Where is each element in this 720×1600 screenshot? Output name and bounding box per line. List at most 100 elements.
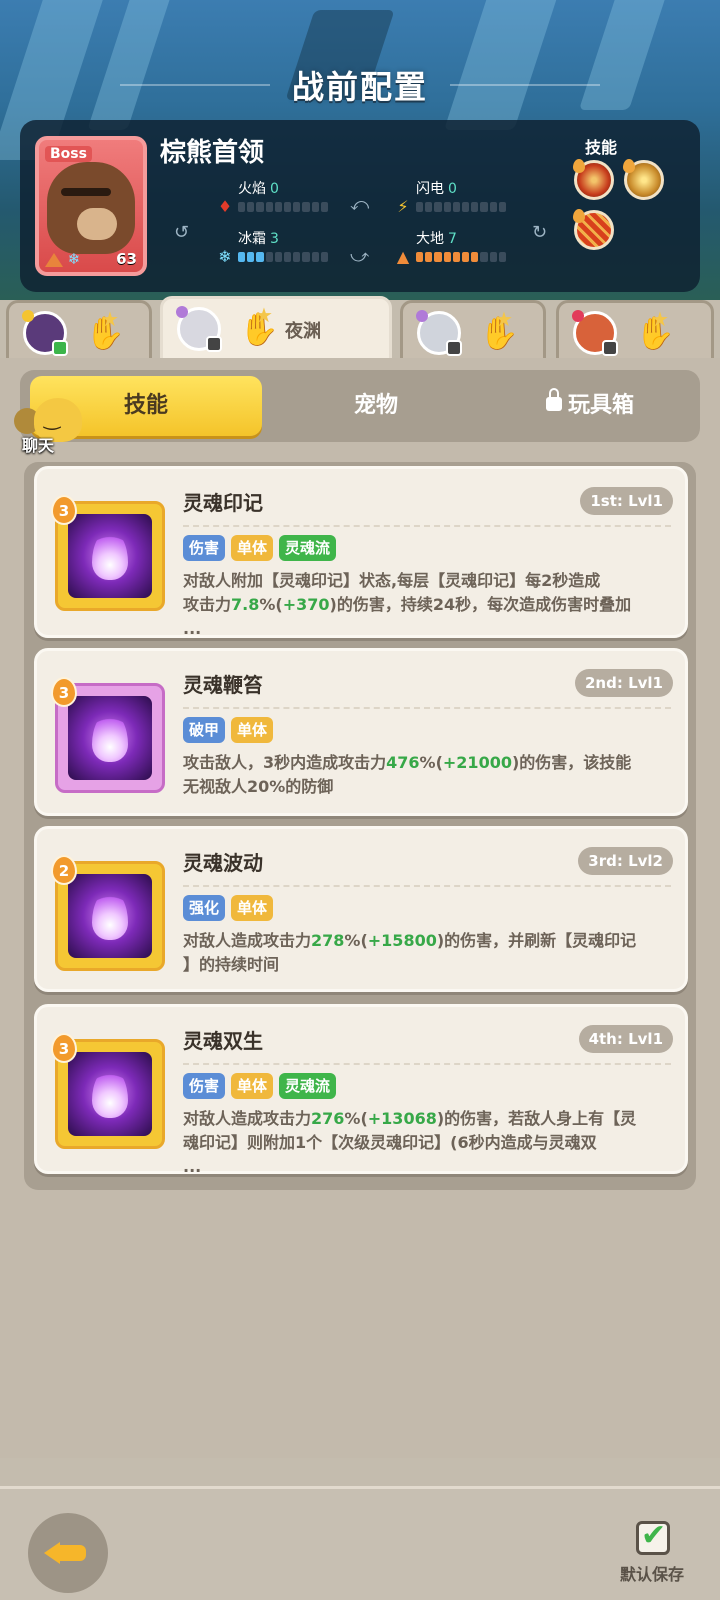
- stat-bar: [416, 252, 507, 262]
- hero-tab-1[interactable]: ✋: [6, 297, 152, 360]
- highlight-value: +370: [282, 595, 330, 614]
- description-line: 对敌人造成攻击力276%(+13068)的伤害，若敌人身上有【灵: [183, 1107, 673, 1131]
- skill-tags: 强化 单体: [183, 895, 274, 921]
- earth-icon: [45, 252, 63, 267]
- stat-segment: [462, 252, 470, 262]
- back-button[interactable]: [28, 1513, 108, 1593]
- highlight-value: +13068: [367, 1109, 437, 1128]
- tab-toybox[interactable]: 玩具箱: [490, 376, 690, 436]
- skill-tag: 单体: [231, 717, 274, 743]
- class-badge-icon: [206, 336, 222, 352]
- tap-hand-icon: ✋: [85, 297, 125, 355]
- flame-shape: [92, 1068, 128, 1118]
- divider: [183, 525, 671, 527]
- stat-segment: [311, 202, 319, 212]
- snowflake-icon: ❄: [218, 247, 232, 266]
- skill-tag: 单体: [231, 1073, 274, 1099]
- description-text: %(: [259, 595, 283, 614]
- hero-tab-2[interactable]: ✋ 夜渊: [160, 293, 392, 360]
- boss-tag: Boss: [45, 146, 92, 162]
- skill-card[interactable]: 3 灵魂双生 4th: Lvl1 伤害 单体 灵魂流 对敌人造成攻击力276%(+13068…: [34, 1004, 688, 1176]
- description-line: 对敌人造成攻击力278%(+15800)的伤害，并刷新【灵魂印记: [183, 929, 673, 953]
- stat-segment: [462, 202, 470, 212]
- swap-arrow-icon: ↻: [532, 222, 548, 243]
- skill-tags: 伤害 单体 灵魂流: [183, 535, 337, 561]
- stat-bar: [238, 252, 329, 262]
- skill-description: 对敌人造成攻击力276%(+13068)的伤害，若敌人身上有【灵 魂印记】则附加1…: [183, 1107, 673, 1179]
- skill-card[interactable]: 2 灵魂波动 3rd: Lvl2 强化 单体 对敌人造成攻击力278%(+15800)的伤…: [34, 826, 688, 992]
- class-badge-icon: [52, 340, 68, 356]
- skill-tag: 灵魂流: [279, 535, 337, 561]
- divider: [183, 707, 671, 709]
- description-line: ...: [183, 1155, 673, 1179]
- skill-tier-badge: 2: [51, 855, 77, 885]
- skill-card[interactable]: 3 灵魂鞭笞 2nd: Lvl1 破甲 单体 攻击敌人，3秒内造成攻击力476%(+210…: [34, 648, 688, 816]
- element-icon: [572, 310, 584, 322]
- default-save-label: 默认保存: [619, 1565, 684, 1584]
- stat-segment: [238, 202, 246, 212]
- stat-segment: [434, 252, 442, 262]
- description-text: 无视敌人20%的防御: [183, 777, 334, 796]
- stat-segment: [320, 252, 329, 262]
- boss-skills-label: 技能: [585, 138, 618, 157]
- element-icon: [176, 306, 188, 318]
- stat-segment: [284, 202, 292, 212]
- class-badge-icon: [602, 340, 618, 356]
- description-line: 攻击敌人，3秒内造成攻击力476%(+21000)的伤害，该技能: [183, 751, 673, 775]
- tier-drop-icon: [573, 209, 585, 223]
- description-text: ...: [183, 1157, 202, 1176]
- highlight-value: 476: [386, 753, 420, 772]
- soul-flame-icon: [68, 1052, 152, 1136]
- header-scene: 战前配置 Boss ❄ 63 棕熊首领 火焰 0 ♦ 闪电 0 ⚡ 冰霜 3 ❄ 大地…: [0, 0, 720, 300]
- stat-segment: [247, 202, 255, 212]
- description-text: 】的持续时间: [183, 955, 280, 974]
- stat-segment: [452, 252, 461, 262]
- soul-flame-icon: [68, 514, 152, 598]
- default-save-toggle[interactable]: 默认保存: [610, 1518, 694, 1593]
- skill-level-badge: 4th: Lvl1: [578, 1025, 673, 1053]
- chat-button[interactable]: 聊天: [8, 398, 88, 458]
- skill-name: 灵魂印记: [183, 491, 263, 515]
- tab-toybox-label: 玩具箱: [567, 393, 634, 418]
- skill-tier-badge: 3: [51, 495, 77, 525]
- skill-tags: 伤害 单体 灵魂流: [183, 1073, 337, 1099]
- skill-card[interactable]: 3 灵魂印记 1st: Lvl1 伤害 单体 灵魂流 对敌人附加【灵魂印记】状态,每层【灵魂…: [34, 466, 688, 638]
- boss-skill-claw-icon[interactable]: [573, 159, 614, 200]
- stat-segment: [425, 252, 433, 262]
- stat-segment: [311, 252, 319, 262]
- hero-tab-4[interactable]: ✋: [556, 297, 714, 360]
- description-text: 对敌人造成攻击力: [183, 1109, 312, 1128]
- stat-segment: [320, 202, 329, 212]
- stat-segment: [302, 252, 310, 262]
- flame-shape: [92, 712, 128, 762]
- stat-segment: [274, 252, 283, 262]
- skill-description: 对敌人造成攻击力278%(+15800)的伤害，并刷新【灵魂印记】的持续时间: [183, 929, 673, 977]
- soul-flame-icon: [68, 696, 152, 780]
- boss-skill-slash-icon[interactable]: [573, 209, 614, 250]
- skill-tag: 伤害: [183, 535, 226, 561]
- stat-segment: [293, 202, 301, 212]
- highlight-value: +15800: [367, 931, 437, 950]
- stat-segment: [416, 252, 424, 262]
- stat-segment: [284, 252, 292, 262]
- boss-skill-roar-icon[interactable]: [623, 159, 664, 200]
- stat-segment: [293, 252, 301, 262]
- hero-tab-3[interactable]: ✋: [400, 297, 546, 360]
- description-text: ...: [183, 619, 202, 638]
- bottom-bar: 默认保存: [0, 1486, 720, 1600]
- swap-arrow-icon: ↺: [174, 222, 190, 243]
- boss-portrait[interactable]: Boss ❄ 63: [35, 136, 147, 276]
- highlight-value: 278: [311, 931, 345, 950]
- flame-shape: [92, 530, 128, 580]
- skill-description: 对敌人附加【灵魂印记】状态,每层【灵魂印记】每2秒造成 攻击力7.8%(+370)…: [183, 569, 673, 641]
- description-text: 对敌人造成攻击力: [183, 931, 312, 950]
- skill-name: 灵魂波动: [183, 851, 263, 875]
- stat-segment: [425, 202, 433, 212]
- stat-bar: [238, 202, 329, 212]
- element-icon: [416, 310, 428, 322]
- swap-arrow-icon: ⤺: [350, 194, 370, 215]
- stat-segment: [256, 252, 264, 262]
- hero-avatar: [22, 310, 68, 356]
- tab-pets[interactable]: 宠物: [276, 376, 476, 436]
- hero-avatar: [416, 310, 462, 356]
